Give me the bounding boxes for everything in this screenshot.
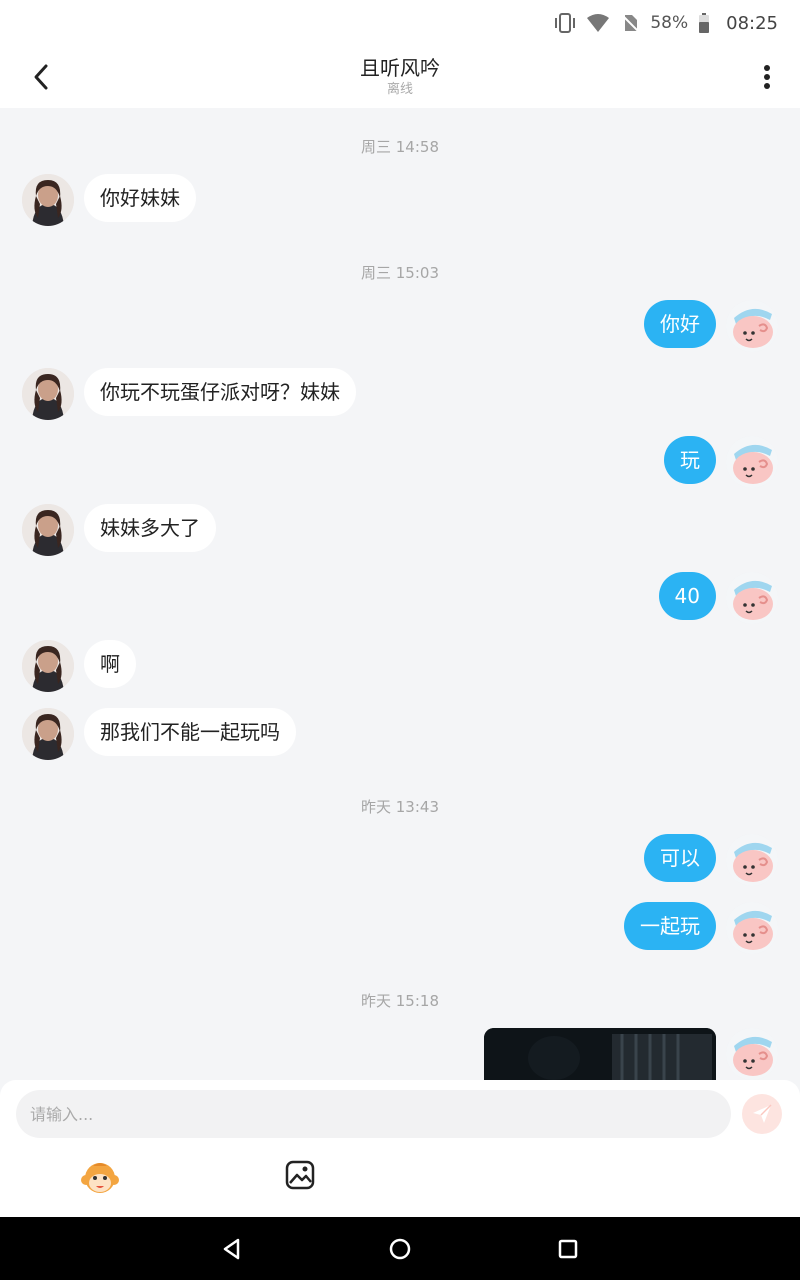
my-avatar[interactable] <box>726 834 778 886</box>
timestamp: 周三 15:03 <box>361 264 439 282</box>
my-avatar[interactable] <box>726 902 778 954</box>
incoming-message[interactable]: 妹妹多大了 <box>84 504 216 552</box>
my-avatar[interactable] <box>726 436 778 488</box>
outgoing-message[interactable]: 40 <box>658 572 716 620</box>
nav-home-button[interactable] <box>386 1235 414 1263</box>
timestamp: 昨天 13:43 <box>361 798 439 816</box>
triangle-back-icon <box>223 1238 240 1260</box>
image-button[interactable] <box>283 1158 317 1192</box>
message-input[interactable] <box>16 1090 731 1138</box>
square-recents-icon <box>558 1239 578 1259</box>
contact-avatar[interactable] <box>22 174 74 226</box>
monkey-emoji-icon <box>81 1163 119 1193</box>
battery-percent: 58% <box>650 13 689 33</box>
incoming-message[interactable]: 那我们不能一起玩吗 <box>84 708 296 756</box>
incoming-message[interactable]: 你玩不玩蛋仔派对呀？妹妹 <box>84 368 356 416</box>
outgoing-message[interactable]: 一起玩 <box>624 902 716 950</box>
more-vertical-icon <box>764 65 770 89</box>
vibrate-icon <box>554 13 576 33</box>
wifi-icon <box>586 13 610 33</box>
contact-avatar[interactable] <box>22 640 74 692</box>
no-sim-icon <box>620 13 640 33</box>
message-list[interactable]: 周三 14:58 你好妹妹 周三 15:03 你好 你玩不玩蛋仔派对呀？妹妹 玩… <box>0 108 800 1080</box>
send-button[interactable] <box>742 1094 782 1134</box>
input-panel <box>0 1080 800 1217</box>
clock: 08:25 <box>726 12 778 34</box>
contact-status: 离线 <box>386 82 413 97</box>
back-button[interactable] <box>24 60 58 94</box>
contact-name: 且听风吟 <box>360 56 440 80</box>
timestamp: 周三 14:58 <box>361 138 439 156</box>
outgoing-message[interactable]: 可以 <box>644 834 716 882</box>
incoming-message[interactable]: 啊 <box>84 640 136 688</box>
system-nav-bar <box>0 1217 800 1280</box>
timestamp: 昨天 15:18 <box>361 992 439 1010</box>
nav-back-button[interactable] <box>218 1235 246 1263</box>
image-message[interactable] <box>484 1028 716 1080</box>
title-block: 且听风吟 离线 <box>200 54 600 98</box>
chat-header: 且听风吟 离线 <box>0 46 800 108</box>
emoji-button[interactable] <box>80 1158 120 1198</box>
my-avatar[interactable] <box>726 1028 778 1080</box>
outgoing-message[interactable]: 你好 <box>644 300 716 348</box>
circle-home-icon <box>389 1238 411 1260</box>
send-icon <box>753 1104 772 1123</box>
status-bar: 58% 08:25 <box>0 0 800 46</box>
my-avatar[interactable] <box>726 572 778 624</box>
image-icon <box>285 1160 315 1190</box>
nav-recents-button[interactable] <box>554 1235 582 1263</box>
contact-avatar[interactable] <box>22 504 74 556</box>
more-button[interactable] <box>750 60 784 94</box>
my-avatar[interactable] <box>726 300 778 352</box>
battery-icon <box>698 13 710 33</box>
incoming-message[interactable]: 你好妹妹 <box>84 174 196 222</box>
chevron-left-icon <box>34 64 48 90</box>
contact-avatar[interactable] <box>22 368 74 420</box>
contact-avatar[interactable] <box>22 708 74 760</box>
outgoing-message[interactable]: 玩 <box>664 436 716 484</box>
